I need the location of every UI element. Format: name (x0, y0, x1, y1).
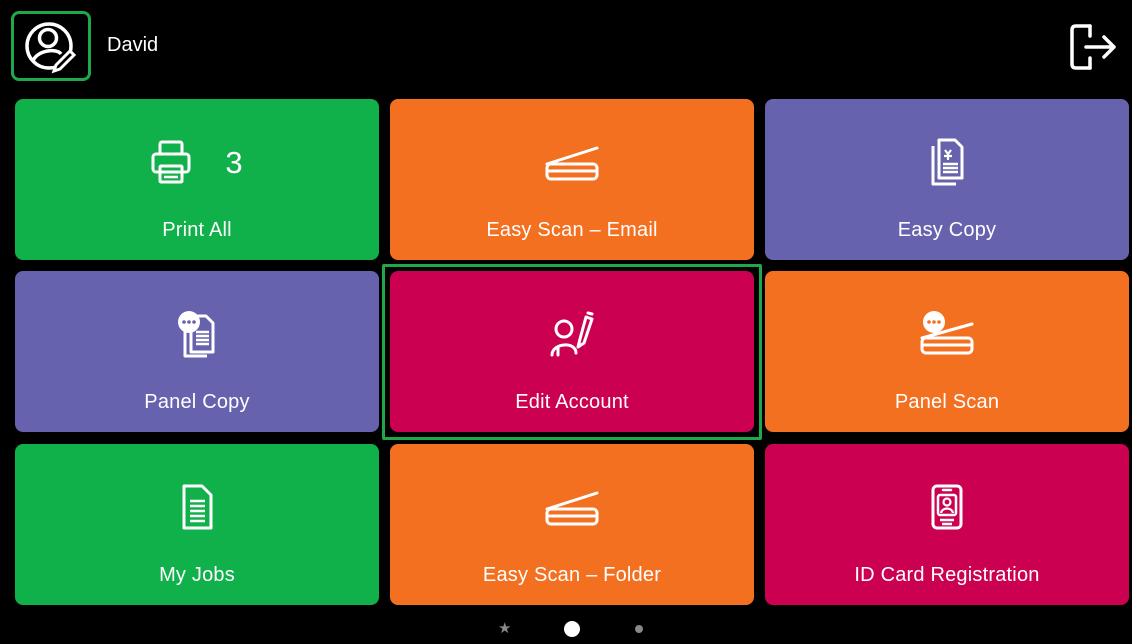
tile-id-card-registration[interactable]: ID Card Registration (765, 444, 1129, 605)
tile-panel-copy[interactable]: Panel Copy (15, 271, 379, 432)
scanner-icon (545, 491, 599, 526)
tile-my-jobs[interactable]: My Jobs (15, 444, 379, 605)
document-list-icon (182, 484, 213, 530)
tile-label: Panel Copy (144, 391, 250, 413)
tile-label: Easy Scan – Email (486, 219, 658, 241)
tile-label: ID Card Registration (854, 564, 1040, 586)
tile-edit-account[interactable]: Edit Account (390, 271, 754, 432)
panel-scan-icon (920, 311, 974, 355)
tile-label: Edit Account (515, 391, 629, 413)
tile-label: Panel Scan (894, 391, 1000, 413)
logout-icon (1070, 24, 1116, 70)
scanner-icon (545, 146, 599, 181)
tile-panel-scan[interactable]: Panel Scan (765, 271, 1129, 432)
page-dot-current[interactable] (564, 621, 580, 637)
print-job-count: 3 (225, 144, 243, 180)
user-edit-icon (25, 22, 77, 74)
logout-button[interactable] (1066, 20, 1120, 74)
printer-icon (151, 140, 191, 184)
user-name: David (107, 34, 159, 56)
tile-easy-copy[interactable]: Easy Copy (765, 99, 1129, 260)
page-indicator: ★ (0, 618, 1132, 640)
tile-label: Easy Scan – Folder (482, 564, 662, 586)
tile-easy-scan-email[interactable]: Easy Scan – Email (390, 99, 754, 260)
tile-label: Easy Copy (897, 219, 997, 241)
copy-document-icon (931, 138, 964, 186)
tile-easy-scan-folder[interactable]: Easy Scan – Folder (390, 444, 754, 605)
user-account-button[interactable] (11, 11, 91, 81)
favorites-page-star-icon[interactable]: ★ (498, 619, 511, 637)
tile-label: Print All (162, 219, 232, 241)
tile-print-all[interactable]: 3 Print All (15, 99, 379, 260)
edit-account-icon (550, 311, 594, 357)
panel-copy-icon (178, 311, 215, 358)
tile-label: My Jobs (159, 564, 235, 586)
page-dot[interactable] (635, 625, 643, 633)
id-card-icon (931, 484, 963, 530)
top-bar: David (0, 0, 1132, 92)
home-screen: David 3 Print All Easy Scan – Email Easy… (0, 0, 1132, 644)
